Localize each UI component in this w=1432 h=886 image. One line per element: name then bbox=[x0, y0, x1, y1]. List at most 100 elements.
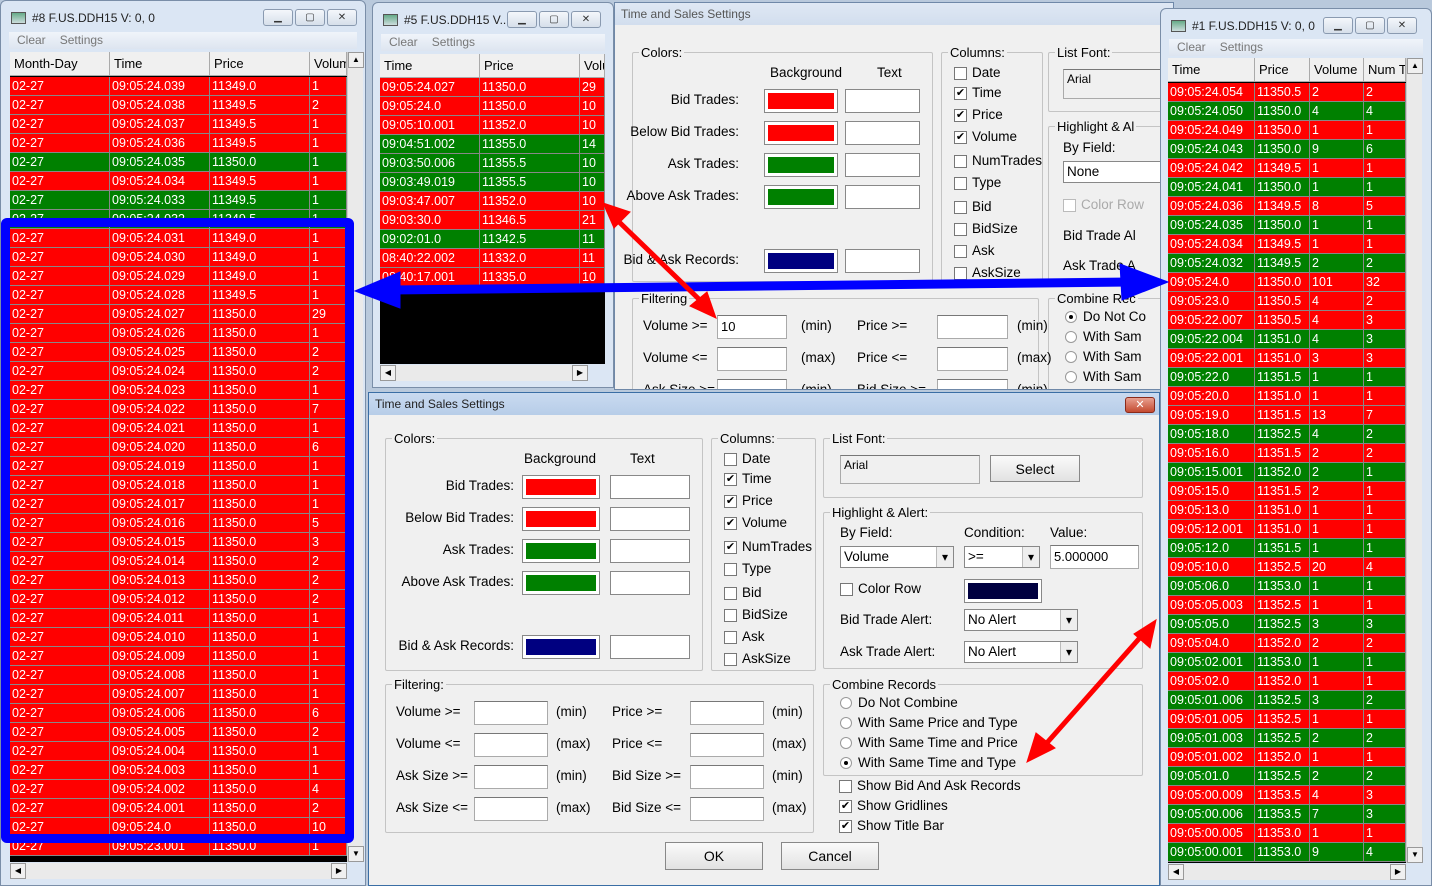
table-row[interactable]: 09:05:15.001 11352.0 2 1 bbox=[1168, 463, 1406, 482]
close-button[interactable]: ✕ bbox=[571, 11, 601, 28]
filter-input[interactable] bbox=[690, 733, 764, 757]
table-row[interactable]: 09:05:13.0 11351.0 1 1 bbox=[1168, 501, 1406, 520]
background-color-swatch[interactable] bbox=[764, 185, 838, 209]
table-row[interactable]: 09:05:12.0 11351.5 1 1 bbox=[1168, 539, 1406, 558]
value-input[interactable]: 5.000000 bbox=[1050, 545, 1139, 569]
dialog-close-button[interactable]: ✕ bbox=[1125, 397, 1155, 413]
table-row[interactable]: 09:03:47.007 11352.0 10 bbox=[380, 192, 605, 211]
table-row[interactable]: 09:05:01.003 11352.5 2 2 bbox=[1168, 729, 1406, 748]
text-color-swatch[interactable] bbox=[845, 89, 920, 113]
table-row[interactable]: 09:05:19.0 11351.5 13 7 bbox=[1168, 406, 1406, 425]
scroll-down-icon[interactable]: ▼ bbox=[348, 846, 364, 862]
table-row[interactable]: 09:05:00.006 11353.5 7 3 bbox=[1168, 805, 1406, 824]
column-header[interactable]: Price bbox=[480, 54, 580, 77]
column-header[interactable]: Price bbox=[1255, 58, 1310, 81]
menu-clear[interactable]: Clear bbox=[389, 35, 418, 49]
color-row-checkbox[interactable] bbox=[1063, 199, 1076, 212]
minimize-button[interactable]: ▁ bbox=[507, 11, 537, 28]
table-row[interactable]: 09:05:15.0 11351.5 2 1 bbox=[1168, 482, 1406, 501]
table-row[interactable]: 09:04:51.002 11355.0 14 bbox=[380, 135, 605, 154]
table-row[interactable]: 09:05:01.006 11352.5 3 2 bbox=[1168, 691, 1406, 710]
filter-input[interactable] bbox=[474, 733, 548, 757]
column-checkbox[interactable] bbox=[724, 563, 737, 576]
condition-dropdown[interactable]: >= bbox=[964, 546, 1040, 568]
maximize-button[interactable]: ▢ bbox=[1355, 17, 1385, 34]
filter-input[interactable] bbox=[717, 379, 787, 389]
filter-input[interactable] bbox=[474, 701, 548, 725]
table-row[interactable]: 09:05:24.035 11350.0 1 1 bbox=[1168, 216, 1406, 235]
filter-input[interactable] bbox=[690, 701, 764, 725]
table-row[interactable]: 09:05:01.002 11352.0 1 1 bbox=[1168, 748, 1406, 767]
column-header[interactable]: Volum bbox=[310, 52, 347, 75]
table-row[interactable]: 09:05:24.043 11350.0 9 6 bbox=[1168, 140, 1406, 159]
close-button[interactable]: ✕ bbox=[327, 9, 357, 26]
column-checkbox[interactable]: ✔ bbox=[724, 517, 737, 530]
table-row[interactable]: 09:05:02.001 11353.0 1 1 bbox=[1168, 653, 1406, 672]
combine-radio[interactable] bbox=[840, 717, 852, 729]
table-row[interactable]: 09:05:24.054 11350.5 2 2 bbox=[1168, 83, 1406, 102]
table-row[interactable]: 02-27 09:05:24.039 11349.0 1 bbox=[10, 77, 347, 96]
table-row[interactable]: 09:05:24.032 11349.5 2 2 bbox=[1168, 254, 1406, 273]
menu-settings[interactable]: Settings bbox=[432, 35, 475, 49]
table-row[interactable]: 09:05:22.007 11350.5 4 3 bbox=[1168, 311, 1406, 330]
text-color-swatch[interactable] bbox=[610, 539, 690, 563]
table-row[interactable]: 09:05:22.0 11351.5 1 1 bbox=[1168, 368, 1406, 387]
column-checkbox[interactable] bbox=[954, 155, 967, 168]
table-row[interactable]: 09:05:23.0 11350.5 4 2 bbox=[1168, 292, 1406, 311]
table-row[interactable]: 09:05:00.001 11353.0 9 4 bbox=[1168, 843, 1406, 862]
table-row[interactable]: 09:05:24.049 11350.0 1 1 bbox=[1168, 121, 1406, 140]
table-row[interactable]: 02-27 09:05:24.034 11349.5 1 bbox=[10, 172, 347, 191]
background-color-swatch[interactable] bbox=[522, 507, 600, 531]
table-row[interactable]: 09:03:30.0 11346.5 21 bbox=[380, 211, 605, 230]
table-row[interactable]: 09:05:04.0 11352.0 2 2 bbox=[1168, 634, 1406, 653]
filter-input[interactable]: 10 bbox=[717, 315, 787, 339]
maximize-button[interactable]: ▢ bbox=[539, 11, 569, 28]
column-checkbox[interactable] bbox=[954, 201, 967, 214]
text-color-swatch[interactable] bbox=[845, 153, 920, 177]
ask-trade-alert-dropdown[interactable]: No Alert bbox=[964, 641, 1078, 663]
background-color-swatch[interactable] bbox=[764, 249, 838, 273]
table-row[interactable]: 09:05:10.001 11352.0 10 bbox=[380, 116, 605, 135]
table-row[interactable]: 09:05:06.0 11353.0 1 1 bbox=[1168, 577, 1406, 596]
minimize-button[interactable]: ▁ bbox=[263, 9, 293, 26]
table-row[interactable]: 09:05:24.034 11349.5 1 1 bbox=[1168, 235, 1406, 254]
text-color-swatch[interactable] bbox=[610, 507, 690, 531]
table-row[interactable]: 09:05:10.0 11352.5 20 4 bbox=[1168, 558, 1406, 577]
column-checkbox[interactable]: ✔ bbox=[954, 131, 967, 144]
filter-input[interactable] bbox=[690, 797, 764, 821]
combine-radio[interactable] bbox=[1065, 351, 1077, 363]
background-color-swatch[interactable] bbox=[764, 89, 838, 113]
menu-clear[interactable]: Clear bbox=[1177, 40, 1206, 54]
table-row[interactable]: 09:05:24.041 11350.0 1 1 bbox=[1168, 178, 1406, 197]
horizontal-scrollbar[interactable]: ◀ ▶ bbox=[1168, 864, 1406, 880]
scroll-left-icon[interactable]: ◀ bbox=[10, 863, 26, 879]
column-checkbox[interactable] bbox=[724, 653, 737, 666]
column-checkbox[interactable] bbox=[954, 67, 967, 80]
column-checkbox[interactable] bbox=[954, 177, 967, 190]
table-row[interactable]: 09:05:05.003 11352.5 1 1 bbox=[1168, 596, 1406, 615]
scroll-right-icon[interactable]: ▶ bbox=[1390, 864, 1406, 880]
combine-radio[interactable] bbox=[840, 737, 852, 749]
background-color-swatch[interactable] bbox=[764, 153, 838, 177]
table-row[interactable]: 09:05:01.005 11352.5 1 1 bbox=[1168, 710, 1406, 729]
cancel-button[interactable]: Cancel bbox=[781, 842, 879, 870]
scroll-left-icon[interactable]: ◀ bbox=[380, 365, 396, 381]
combine-radio[interactable] bbox=[840, 757, 852, 769]
filter-input[interactable] bbox=[474, 765, 548, 789]
filter-input[interactable] bbox=[474, 797, 548, 821]
select-font-button[interactable]: Select bbox=[990, 455, 1080, 482]
minimize-button[interactable]: ▁ bbox=[1323, 17, 1353, 34]
background-color-swatch[interactable] bbox=[522, 539, 600, 563]
scroll-right-icon[interactable]: ▶ bbox=[572, 365, 588, 381]
scroll-up-icon[interactable]: ▲ bbox=[348, 52, 364, 68]
table-row[interactable]: 09:05:24.036 11349.5 8 5 bbox=[1168, 197, 1406, 216]
option-checkbox[interactable] bbox=[839, 780, 852, 793]
filter-input[interactable] bbox=[690, 765, 764, 789]
text-color-swatch[interactable] bbox=[610, 571, 690, 595]
table-row[interactable]: 09:05:24.050 11350.0 4 4 bbox=[1168, 102, 1406, 121]
text-color-swatch[interactable] bbox=[845, 249, 920, 273]
table-row[interactable]: 09:05:05.0 11352.5 3 3 bbox=[1168, 615, 1406, 634]
scroll-down-icon[interactable]: ▼ bbox=[1407, 847, 1423, 863]
by-field-dropdown[interactable]: None bbox=[1063, 161, 1173, 183]
text-color-swatch[interactable] bbox=[610, 635, 690, 659]
